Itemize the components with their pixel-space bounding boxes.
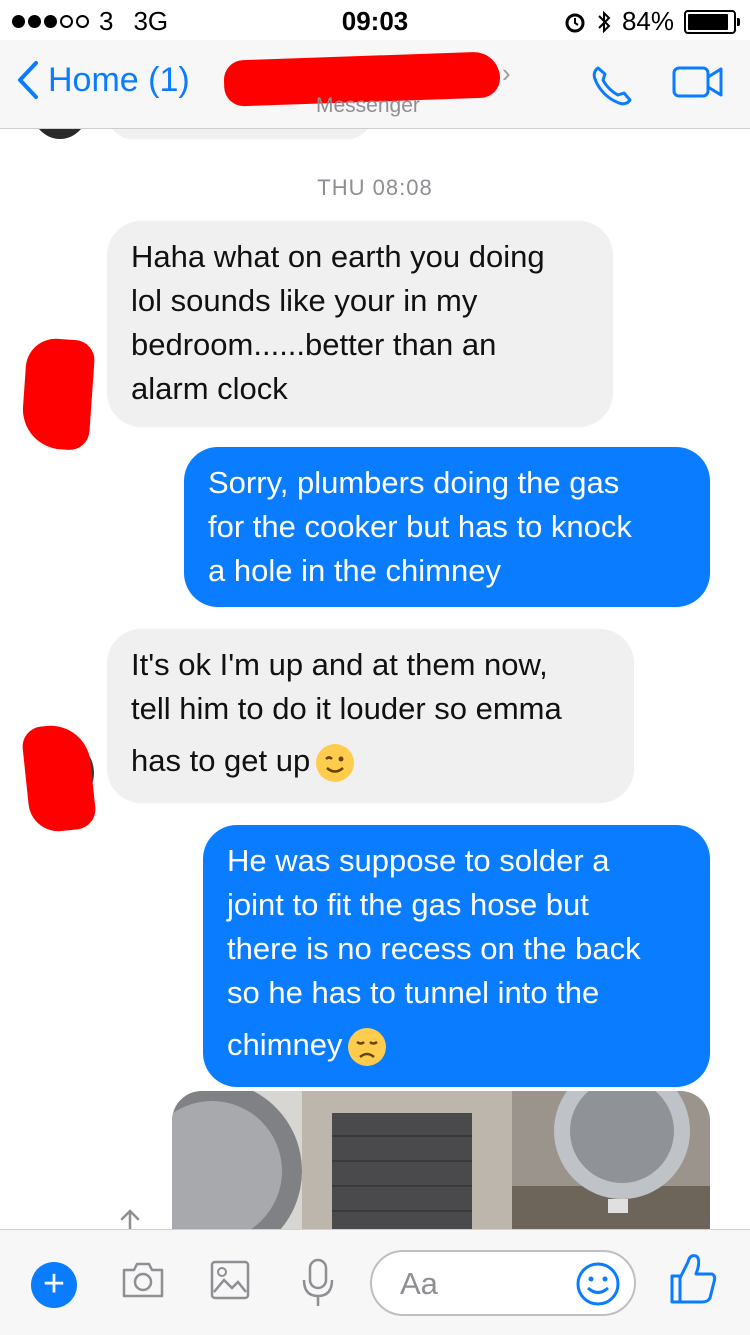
camera-icon[interactable] bbox=[120, 1258, 166, 1302]
redacted-avatar-marking bbox=[20, 336, 96, 452]
add-button[interactable]: + bbox=[31, 1262, 77, 1308]
winking-face-icon bbox=[316, 743, 355, 782]
incoming-message-bubble[interactable]: Haha what on earth you doing lol sounds … bbox=[107, 221, 613, 427]
composer-bar: + Aa bbox=[0, 1229, 750, 1335]
message-line: He was suppose to solder a bbox=[227, 843, 610, 878]
chevron-left-icon bbox=[18, 61, 38, 99]
message-input[interactable]: Aa bbox=[370, 1250, 636, 1316]
battery-percent: 84% bbox=[621, 6, 674, 36]
message-line: Haha what on earth you doing bbox=[131, 239, 545, 274]
timestamp-divider: THU 08:08 bbox=[317, 175, 433, 200]
outgoing-message-bubble[interactable]: He was suppose to solder a joint to fit … bbox=[203, 825, 710, 1087]
message-line: there is no recess on the back bbox=[227, 931, 641, 966]
kitchen-photo bbox=[172, 1091, 710, 1229]
gallery-icon[interactable] bbox=[208, 1258, 252, 1302]
conversation-subtitle: Messenger bbox=[316, 94, 420, 117]
navigation-bar: Home (1) › Messenger bbox=[0, 40, 750, 129]
message-line: a hole in the chimney bbox=[208, 553, 501, 588]
message-line: It's ok I'm up and at them now, bbox=[131, 647, 548, 682]
status-bar: 3 3G 09:03 84% bbox=[0, 0, 750, 40]
disappointed-face-icon bbox=[348, 1027, 387, 1066]
message-line: chimney bbox=[227, 1027, 343, 1062]
phone-call-icon[interactable] bbox=[590, 64, 634, 108]
video-call-icon[interactable] bbox=[672, 64, 724, 100]
message-line: has to get up bbox=[131, 743, 311, 778]
outgoing-message-bubble[interactable]: Sorry, plumbers doing the gas for the co… bbox=[184, 447, 710, 607]
message-line: alarm clock bbox=[131, 371, 288, 406]
microphone-icon[interactable] bbox=[300, 1258, 336, 1308]
back-label: Home (1) bbox=[48, 60, 190, 99]
incoming-message-bubble[interactable]: It's ok I'm up and at them now, tell him… bbox=[107, 629, 634, 803]
message-line: for the cooker but has to knock bbox=[208, 509, 632, 544]
message-line: lol sounds like your in my bbox=[131, 283, 478, 318]
chevron-right-icon: › bbox=[502, 58, 511, 88]
message-line: tell him to do it louder so emma bbox=[131, 691, 562, 726]
message-line: bedroom......better than an bbox=[131, 327, 497, 362]
share-icon[interactable] bbox=[112, 1209, 148, 1229]
avatar[interactable] bbox=[30, 129, 90, 139]
message-line: so he has to tunnel into the bbox=[227, 975, 600, 1010]
message-line: Sorry, plumbers doing the gas bbox=[208, 465, 620, 500]
photo-attachment[interactable] bbox=[172, 1091, 710, 1229]
emoji-icon[interactable] bbox=[574, 1260, 622, 1308]
message-thread[interactable]: THU 08:08 Haha what on earth you doing l… bbox=[0, 129, 750, 1229]
bluetooth-icon bbox=[598, 10, 611, 33]
previous-message-bubble[interactable] bbox=[108, 129, 372, 139]
battery-icon bbox=[684, 9, 740, 34]
message-line: joint to fit the gas hose but bbox=[227, 887, 589, 922]
alarm-icon bbox=[565, 13, 585, 32]
thumbs-up-icon[interactable] bbox=[668, 1252, 718, 1306]
back-button[interactable]: Home (1) bbox=[16, 60, 190, 100]
conversation-title[interactable]: › Messenger bbox=[220, 48, 520, 120]
message-input-placeholder: Aa bbox=[400, 1266, 438, 1301]
redacted-avatar-marking bbox=[20, 721, 98, 835]
